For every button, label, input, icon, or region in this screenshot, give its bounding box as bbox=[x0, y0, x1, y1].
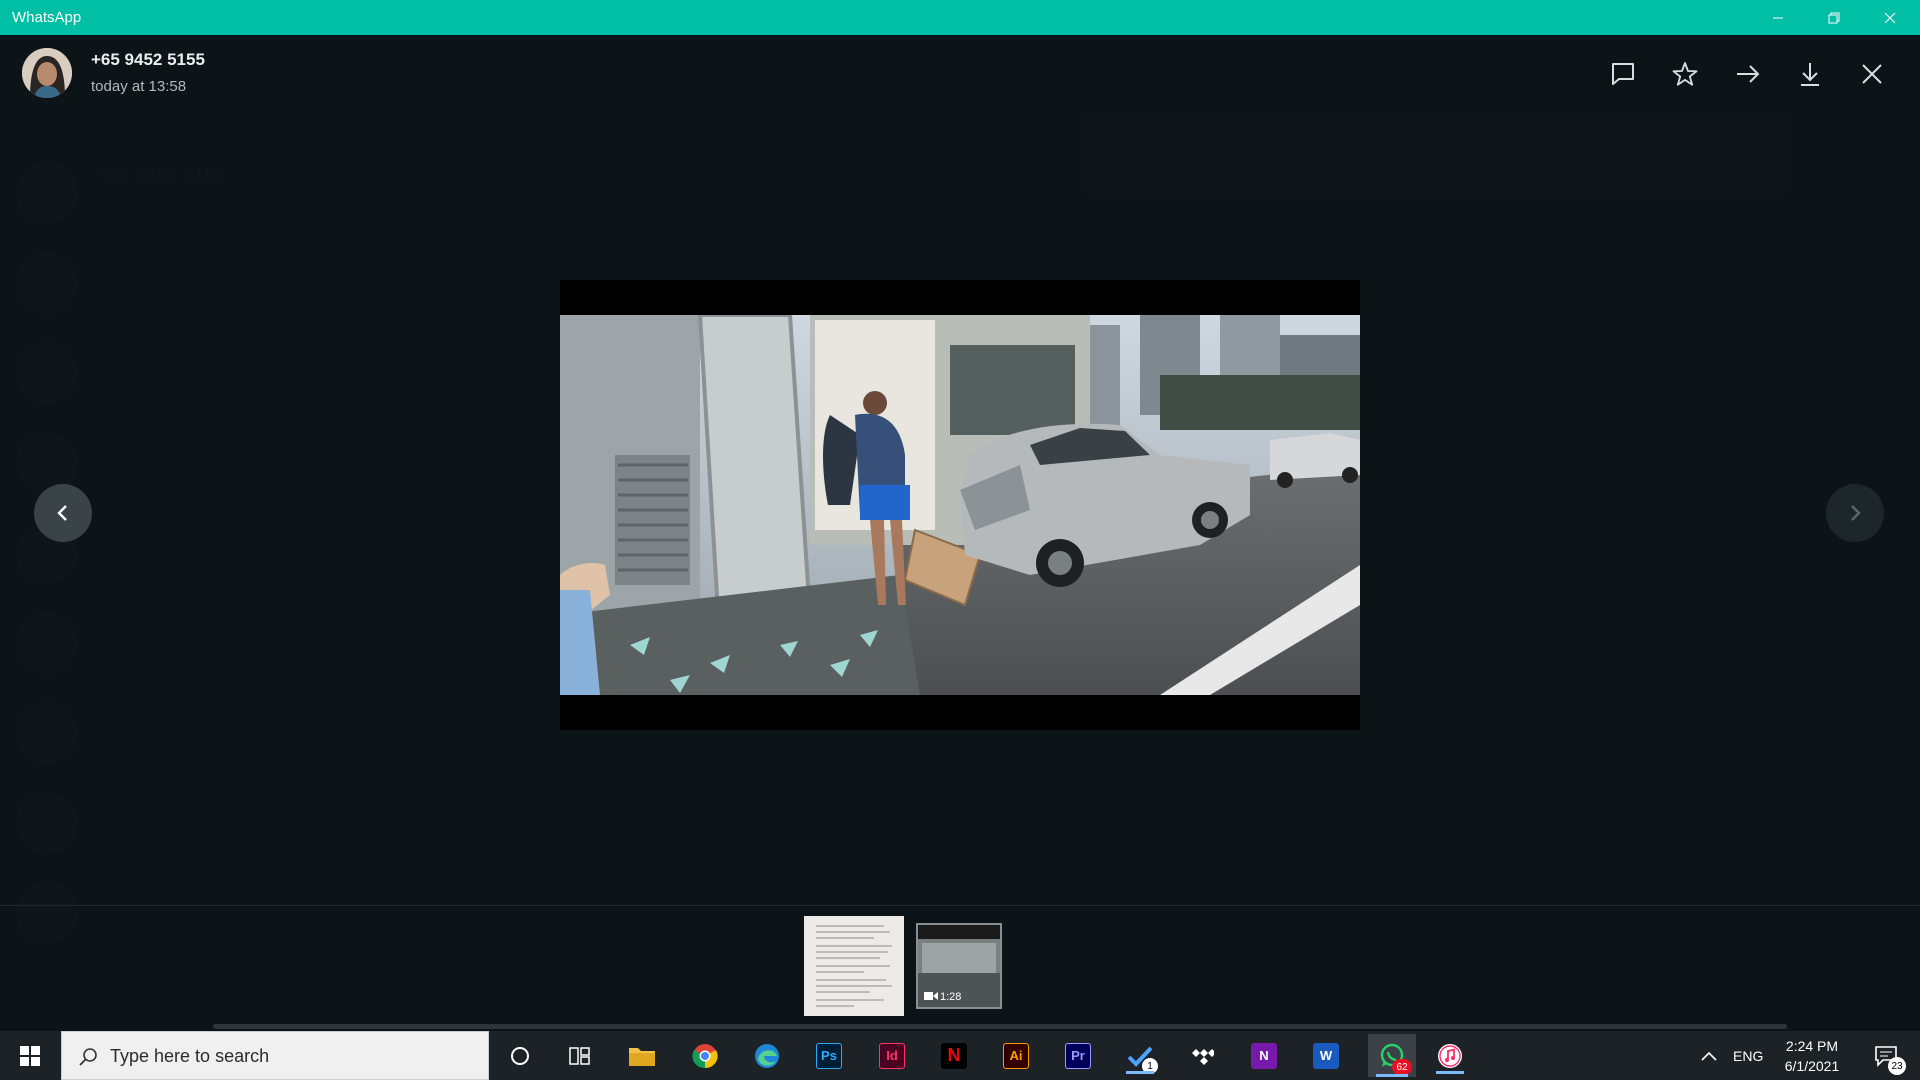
taskbar-whatsapp[interactable]: 62 bbox=[1368, 1034, 1416, 1077]
taskbar-indesign[interactable]: Id bbox=[872, 1037, 912, 1074]
thumbnail-video[interactable]: 1:28 bbox=[916, 923, 1002, 1009]
close-icon bbox=[1862, 64, 1882, 84]
forward-button[interactable] bbox=[1731, 57, 1765, 91]
windows-icon bbox=[20, 1045, 40, 1066]
taskbar-tidal[interactable] bbox=[1182, 1037, 1222, 1074]
download-button[interactable] bbox=[1793, 57, 1827, 91]
chevron-right-icon bbox=[1851, 505, 1861, 521]
folder-icon bbox=[629, 1047, 655, 1066]
previous-media-button[interactable] bbox=[34, 484, 92, 542]
notification-count: 23 bbox=[1888, 1057, 1906, 1075]
star-icon bbox=[1672, 62, 1698, 86]
taskbar: Type here to search Ps Id N Ai Pr 1 N W bbox=[0, 1031, 1920, 1080]
car-crash-photo bbox=[560, 315, 1360, 695]
next-media-button[interactable] bbox=[1826, 484, 1884, 542]
taskbar-edge[interactable] bbox=[747, 1037, 787, 1074]
restore-icon bbox=[1828, 12, 1840, 23]
title-bar: WhatsApp bbox=[0, 0, 1920, 35]
close-viewer-button[interactable] bbox=[1855, 57, 1889, 91]
taskbar-chrome[interactable] bbox=[685, 1037, 725, 1074]
show-hidden-icons-button[interactable] bbox=[1700, 1031, 1718, 1080]
language-indicator[interactable]: ENG bbox=[1733, 1031, 1763, 1080]
media-frame bbox=[560, 280, 1360, 730]
action-center-button[interactable]: 23 bbox=[1866, 1031, 1906, 1080]
taskbar-photoshop[interactable]: Ps bbox=[809, 1037, 849, 1074]
taskbar-todo[interactable]: 1 bbox=[1120, 1037, 1160, 1074]
minimize-button[interactable] bbox=[1750, 0, 1806, 35]
close-window-button[interactable] bbox=[1862, 0, 1918, 35]
taskbar-premiere[interactable]: Pr bbox=[1058, 1037, 1098, 1074]
cortana-button[interactable] bbox=[500, 1037, 540, 1074]
clock-date: 6/1/2021 bbox=[1784, 1058, 1840, 1074]
task-view-button[interactable] bbox=[560, 1037, 600, 1074]
cortana-icon bbox=[511, 1046, 529, 1065]
onenote-icon: N bbox=[1251, 1042, 1277, 1069]
tidal-icon bbox=[1192, 1048, 1214, 1065]
whatsapp-badge: 62 bbox=[1392, 1059, 1412, 1075]
document-preview bbox=[804, 916, 904, 1016]
taskbar-word[interactable]: W bbox=[1306, 1037, 1346, 1074]
active-indicator bbox=[1436, 1071, 1464, 1074]
message-timestamp: today at 13:58 bbox=[91, 78, 187, 95]
taskbar-itunes[interactable] bbox=[1430, 1037, 1470, 1074]
video-duration: 1:28 bbox=[940, 991, 962, 1003]
task-view-icon bbox=[569, 1046, 590, 1065]
media-viewer-header: +65 9452 5155 today at 13:58 bbox=[0, 35, 1920, 110]
minimize-icon bbox=[1773, 17, 1783, 18]
taskbar-netflix[interactable]: N bbox=[934, 1037, 974, 1074]
video-camera-icon bbox=[924, 992, 938, 1000]
premiere-icon: Pr bbox=[1065, 1042, 1091, 1069]
start-button[interactable] bbox=[0, 1031, 60, 1080]
app-title: WhatsApp bbox=[12, 9, 82, 26]
edge-icon bbox=[755, 1043, 779, 1068]
taskbar-illustrator[interactable]: Ai bbox=[996, 1037, 1036, 1074]
illustrator-icon: Ai bbox=[1003, 1042, 1029, 1069]
photoshop-icon: Ps bbox=[816, 1042, 842, 1069]
download-icon bbox=[1801, 63, 1819, 86]
chevron-left-icon bbox=[57, 505, 67, 521]
horizontal-scrollbar[interactable] bbox=[213, 1024, 1787, 1029]
thumbnail-document[interactable] bbox=[804, 916, 904, 1016]
taskbar-onenote[interactable]: N bbox=[1244, 1037, 1284, 1074]
system-clock[interactable]: 2:24 PM 6/1/2021 bbox=[1774, 1036, 1850, 1076]
sender-name: +65 9452 5155 bbox=[91, 50, 205, 69]
reply-icon bbox=[1612, 63, 1634, 85]
indesign-icon: Id bbox=[879, 1042, 905, 1069]
restore-button[interactable] bbox=[1806, 0, 1862, 35]
taskbar-file-explorer[interactable] bbox=[622, 1037, 662, 1074]
avatar-photo bbox=[22, 48, 72, 98]
active-indicator bbox=[1126, 1071, 1154, 1074]
chrome-icon bbox=[692, 1043, 718, 1068]
close-icon bbox=[1884, 12, 1896, 23]
thumbnail-strip: 1:28 bbox=[0, 905, 1920, 1031]
itunes-icon bbox=[1438, 1043, 1462, 1068]
star-button[interactable] bbox=[1668, 57, 1702, 91]
reply-button[interactable] bbox=[1606, 57, 1640, 91]
chevron-up-icon bbox=[1701, 1051, 1717, 1061]
clock-time: 2:24 PM bbox=[1785, 1038, 1839, 1054]
search-placeholder: Type here to search bbox=[110, 1046, 270, 1066]
avatar[interactable] bbox=[22, 48, 72, 98]
word-icon: W bbox=[1313, 1042, 1339, 1069]
media-image bbox=[560, 315, 1360, 695]
taskbar-search[interactable]: Type here to search bbox=[61, 1031, 489, 1080]
active-indicator bbox=[1376, 1074, 1408, 1077]
netflix-icon: N bbox=[941, 1042, 967, 1069]
forward-icon bbox=[1737, 65, 1760, 83]
search-icon bbox=[79, 1048, 97, 1066]
